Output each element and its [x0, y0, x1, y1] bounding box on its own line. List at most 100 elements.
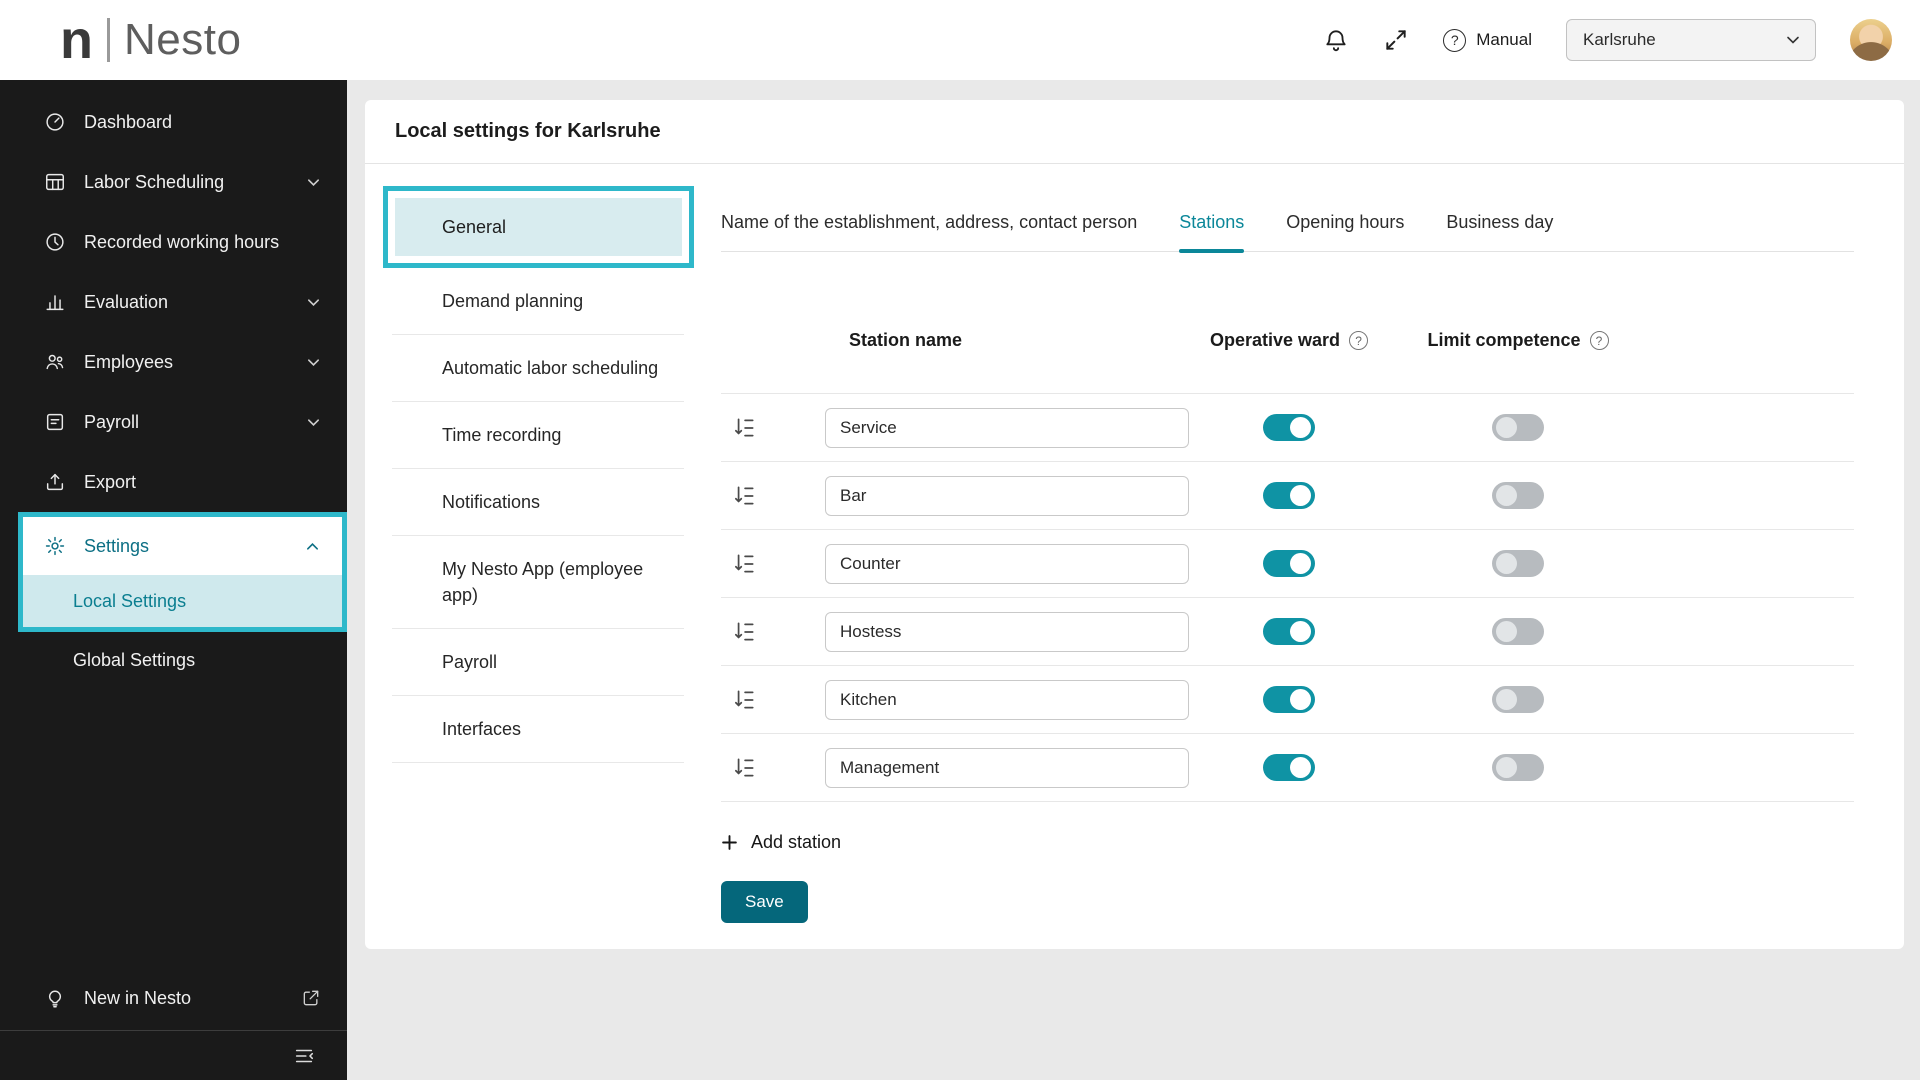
settings-section-nav: General Demand planning Automatic labor …: [392, 164, 684, 763]
logo-separator: [107, 18, 110, 62]
logo-text: Nesto: [124, 18, 241, 62]
sidebar-item-labor-scheduling[interactable]: Labor Scheduling: [0, 152, 347, 212]
operative-ward-toggle[interactable]: [1263, 686, 1315, 713]
station-name-input[interactable]: [825, 612, 1189, 652]
limit-competence-toggle[interactable]: [1492, 550, 1544, 577]
tab-establishment[interactable]: Name of the establishment, address, cont…: [721, 212, 1137, 233]
page-title: Local settings for Karlsruhe: [395, 120, 661, 143]
sidebar-item-label: New in Nesto: [84, 988, 191, 1009]
drag-sort-icon[interactable]: [721, 619, 759, 645]
sidebar-item-label: Dashboard: [84, 112, 172, 133]
main-area: Local settings for Karlsruhe General Dem…: [347, 80, 1920, 1080]
tab-business-day[interactable]: Business day: [1446, 212, 1553, 233]
card-header: Local settings for Karlsruhe: [365, 100, 1904, 164]
plus-icon: [721, 834, 738, 851]
station-name-input[interactable]: [825, 680, 1189, 720]
stations-table: [721, 393, 1854, 802]
settings-nav-payroll[interactable]: Payroll: [392, 629, 684, 696]
tabs: Name of the establishment, address, cont…: [721, 212, 1854, 252]
sidebar-item-local-settings[interactable]: Local Settings: [23, 575, 342, 627]
notifications-bell-icon[interactable]: [1323, 27, 1349, 53]
settings-nav-general[interactable]: General: [395, 198, 682, 256]
sidebar-item-dashboard[interactable]: Dashboard: [0, 92, 347, 152]
stations-table-header: Station name Operative ward ? Limit comp…: [721, 330, 1854, 351]
annotation-highlight-general: General: [383, 186, 694, 268]
sidebar-item-global-settings[interactable]: Global Settings: [0, 632, 347, 688]
operative-ward-toggle[interactable]: [1263, 754, 1315, 781]
save-button[interactable]: Save: [721, 881, 808, 923]
sidebar-item-label: Recorded working hours: [84, 232, 279, 253]
tab-opening-hours[interactable]: Opening hours: [1286, 212, 1404, 233]
station-row: [721, 598, 1854, 666]
help-circle-icon: ?: [1443, 29, 1466, 52]
add-station-button[interactable]: Add station: [721, 832, 841, 853]
gear-icon: [44, 535, 66, 557]
payroll-document-icon: [44, 411, 66, 433]
settings-nav-my-nesto-app[interactable]: My Nesto App (employee app): [392, 536, 684, 629]
station-name-input[interactable]: [825, 748, 1189, 788]
limit-competence-toggle[interactable]: [1492, 686, 1544, 713]
operative-ward-toggle[interactable]: [1263, 618, 1315, 645]
limit-competence-toggle[interactable]: [1492, 618, 1544, 645]
location-select-value: Karlsruhe: [1583, 30, 1656, 50]
sidebar-item-evaluation[interactable]: Evaluation: [0, 272, 347, 332]
station-name-input[interactable]: [825, 544, 1189, 584]
sidebar-item-label: Settings: [84, 536, 149, 557]
station-row: [721, 462, 1854, 530]
limit-competence-toggle[interactable]: [1492, 414, 1544, 441]
column-limit-competence: Limit competence ?: [1389, 330, 1647, 351]
help-icon[interactable]: ?: [1349, 331, 1368, 350]
station-name-input[interactable]: [825, 476, 1189, 516]
sidebar-item-label: Payroll: [84, 412, 139, 433]
chevron-down-icon: [306, 355, 321, 370]
drag-sort-icon[interactable]: [721, 415, 759, 441]
drag-sort-icon[interactable]: [721, 551, 759, 577]
chevron-down-icon: [306, 295, 321, 310]
column-label: Operative ward: [1210, 330, 1340, 351]
schedule-grid-icon: [44, 171, 66, 193]
station-row: [721, 666, 1854, 734]
operative-ward-toggle[interactable]: [1263, 550, 1315, 577]
chevron-down-icon: [306, 415, 321, 430]
sidebar-collapse-bar: [0, 1030, 347, 1080]
sidebar: Dashboard Labor Scheduling Recorded work…: [0, 80, 347, 1080]
settings-nav-time-recording[interactable]: Time recording: [392, 402, 684, 469]
operative-ward-toggle[interactable]: [1263, 414, 1315, 441]
sidebar-item-label: Employees: [84, 352, 173, 373]
settings-nav-notifications[interactable]: Notifications: [392, 469, 684, 536]
help-icon[interactable]: ?: [1590, 331, 1609, 350]
sidebar-item-recorded-working-hours[interactable]: Recorded working hours: [0, 212, 347, 272]
add-station-label: Add station: [751, 832, 841, 853]
avatar[interactable]: [1850, 19, 1892, 61]
column-operative-ward: Operative ward ?: [1189, 330, 1389, 351]
station-name-input[interactable]: [825, 408, 1189, 448]
settings-nav-interfaces[interactable]: Interfaces: [392, 696, 684, 763]
logo-mark: n: [60, 13, 93, 67]
column-label: Limit competence: [1427, 330, 1580, 351]
manual-link[interactable]: ? Manual: [1443, 29, 1532, 52]
sidebar-item-settings[interactable]: Settings: [23, 517, 342, 575]
fullscreen-icon[interactable]: [1383, 27, 1409, 53]
export-icon: [44, 471, 66, 493]
sidebar-item-new-in-nesto[interactable]: New in Nesto: [0, 966, 347, 1030]
sidebar-item-label: Evaluation: [84, 292, 168, 313]
sidebar-item-employees[interactable]: Employees: [0, 332, 347, 392]
collapse-sidebar-icon[interactable]: [293, 1045, 315, 1067]
settings-nav-automatic-labor-scheduling[interactable]: Automatic labor scheduling: [392, 335, 684, 402]
location-select[interactable]: Karlsruhe: [1566, 19, 1816, 61]
sidebar-item-payroll[interactable]: Payroll: [0, 392, 347, 452]
nesto-logo: n Nesto: [60, 13, 241, 67]
limit-competence-toggle[interactable]: [1492, 482, 1544, 509]
settings-nav-demand-planning[interactable]: Demand planning: [392, 268, 684, 335]
drag-sort-icon[interactable]: [721, 687, 759, 713]
sidebar-item-export[interactable]: Export: [0, 452, 347, 512]
tab-stations[interactable]: Stations: [1179, 212, 1244, 233]
drag-sort-icon[interactable]: [721, 483, 759, 509]
limit-competence-toggle[interactable]: [1492, 754, 1544, 781]
sidebar-item-label: Labor Scheduling: [84, 172, 224, 193]
sidebar-nav: Dashboard Labor Scheduling Recorded work…: [0, 80, 347, 688]
manual-label: Manual: [1476, 30, 1532, 50]
drag-sort-icon[interactable]: [721, 755, 759, 781]
operative-ward-toggle[interactable]: [1263, 482, 1315, 509]
sidebar-footer: New in Nesto: [0, 966, 347, 1080]
